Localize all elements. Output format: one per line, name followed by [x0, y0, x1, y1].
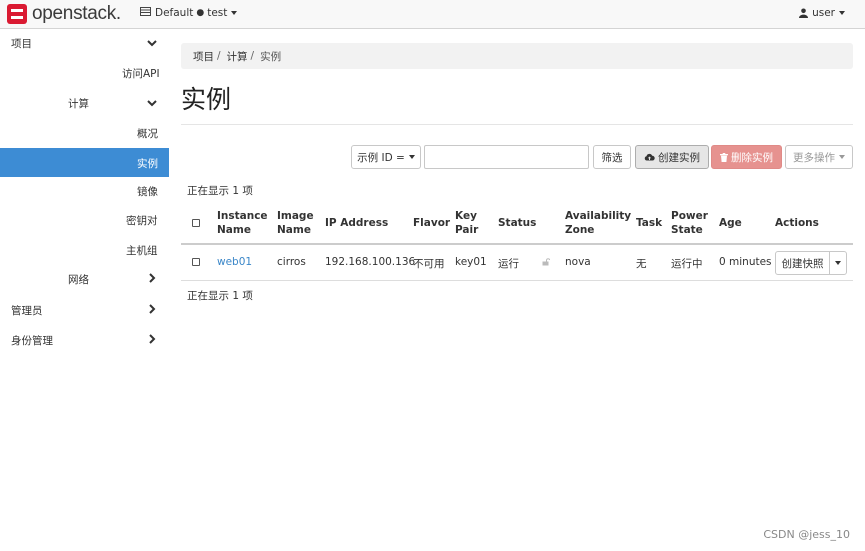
cell-flavor: 不可用 — [413, 258, 445, 270]
brand-name: openstack. — [32, 3, 121, 24]
unlock-icon — [542, 258, 550, 266]
filter-field-dropdown[interactable]: 示例 ID = — [351, 145, 421, 169]
column-header-key-pair[interactable]: Key Pair — [455, 209, 478, 237]
column-header-line: Key — [455, 210, 477, 222]
column-header-flavor[interactable]: Flavor — [413, 216, 450, 230]
sidebar-item-project[interactable]: 项目 — [11, 36, 32, 51]
column-header-availability-zone[interactable]: Availability Zone — [565, 209, 631, 237]
chevron-down-icon — [231, 11, 238, 15]
breadcrumb-item-compute[interactable]: 计算 — [227, 49, 248, 64]
column-header-ip-address[interactable]: IP Address — [325, 216, 388, 230]
sidebar-item-overview[interactable]: 概况 — [137, 126, 158, 141]
cell-ip-address: 192.168.100.136 — [325, 256, 416, 268]
sidebar-item-network[interactable]: 网络 — [68, 272, 89, 287]
breadcrumb-separator: / — [250, 50, 255, 62]
openstack-logo-icon — [7, 4, 27, 24]
chevron-down-icon[interactable] — [147, 40, 157, 47]
sidebar-item-server-groups[interactable]: 主机组 — [126, 243, 158, 258]
column-header-line: Availability — [565, 210, 632, 222]
chevron-right-icon[interactable] — [149, 334, 156, 344]
project-switcher[interactable]: Default ● test — [140, 7, 238, 19]
column-header-line: Power — [671, 210, 708, 222]
column-header-power-state[interactable]: Power State — [671, 209, 708, 237]
row-select-checkbox[interactable] — [192, 258, 200, 266]
column-header-task[interactable]: Task — [636, 216, 662, 230]
table-header-divider — [181, 243, 853, 245]
row-actions-dropdown[interactable] — [829, 251, 847, 275]
column-header-instance-name[interactable]: Instance Name — [217, 209, 268, 237]
filter-button[interactable]: 筛选 — [593, 145, 631, 169]
column-header-line: Image — [277, 210, 314, 222]
chevron-down-icon — [839, 11, 845, 15]
cell-key-pair: key01 — [455, 256, 487, 268]
delete-instances-button[interactable]: 删除实例 — [711, 145, 782, 169]
domain-name: Default — [155, 7, 194, 19]
top-navbar: openstack. Default ● test user — [0, 0, 865, 29]
cell-task: 无 — [636, 258, 647, 270]
column-header-line: Pair — [455, 224, 479, 236]
sidebar-item-images[interactable]: 镜像 — [137, 184, 158, 199]
column-header-line: Name — [217, 224, 251, 236]
cell-status: 运行 — [498, 258, 519, 270]
launch-instance-button[interactable]: 创建实例 — [635, 145, 709, 169]
column-header-status[interactable]: Status — [498, 216, 536, 230]
sidebar-item-admin[interactable]: 管理员 — [11, 303, 43, 318]
cell-age: 0 minutes — [719, 256, 772, 268]
user-name: user — [812, 7, 835, 19]
cell-power-state: 运行中 — [671, 258, 703, 270]
column-header-image-name[interactable]: Image Name — [277, 209, 314, 237]
column-header-line: Zone — [565, 224, 595, 236]
project-name: test — [207, 7, 228, 19]
chevron-down-icon — [835, 261, 841, 265]
sidebar-item-compute[interactable]: 计算 — [68, 96, 89, 111]
filter-field-label: 示例 ID = — [357, 151, 405, 164]
cell-availability-zone: nova — [565, 256, 591, 268]
create-snapshot-label: 创建快照 — [781, 257, 824, 270]
user-icon — [799, 8, 809, 18]
cloud-upload-icon — [644, 153, 655, 161]
more-actions-button[interactable]: 更多操作 — [785, 145, 853, 169]
column-header-line: State — [671, 224, 703, 236]
breadcrumb-item-project[interactable]: 项目 — [193, 49, 214, 64]
select-all-checkbox[interactable] — [192, 219, 200, 227]
instance-name-link[interactable]: web01 — [217, 256, 252, 268]
column-header-actions: Actions — [775, 217, 819, 229]
table-row-divider — [181, 280, 853, 281]
item-count-bottom: 正在显示 1 项 — [187, 290, 253, 302]
sidebar-item-keypairs[interactable]: 密钥对 — [126, 213, 158, 228]
chevron-right-icon[interactable] — [149, 273, 156, 283]
create-snapshot-button[interactable]: 创建快照 — [775, 251, 830, 275]
chevron-down-icon — [839, 155, 845, 159]
more-actions-label: 更多操作 — [793, 151, 835, 164]
sidebar-item-instances[interactable]: 实例 — [137, 156, 158, 171]
breadcrumb-separator: / — [217, 50, 221, 62]
column-header-line: Name — [277, 224, 311, 236]
breadcrumb-item-instances: 实例 — [260, 50, 282, 63]
item-count-top: 正在显示 1 项 — [187, 185, 253, 197]
sidebar-item-api-access[interactable]: 访问API — [122, 66, 160, 81]
trash-icon — [720, 152, 728, 162]
project-switcher-icon — [140, 7, 151, 19]
column-header-line: Instance — [217, 210, 268, 222]
openstack-logo[interactable]: openstack. — [7, 3, 121, 24]
filter-button-label: 筛选 — [601, 151, 623, 164]
page-title: 实例 — [181, 85, 232, 114]
sidebar-item-identity[interactable]: 身份管理 — [11, 333, 53, 348]
filter-input[interactable] — [424, 145, 589, 169]
chevron-down-icon[interactable] — [147, 100, 157, 107]
breadcrumb: 项目 / 计算 / 实例 — [181, 43, 853, 69]
title-divider — [181, 124, 853, 125]
delete-instances-label: 删除实例 — [731, 151, 773, 164]
chevron-right-icon[interactable] — [149, 304, 156, 314]
chevron-down-icon — [408, 155, 415, 159]
separator-dot-icon: ● — [196, 8, 205, 18]
watermark-text: CSDN @jess_10 — [763, 528, 850, 541]
column-header-age[interactable]: Age — [719, 216, 742, 230]
user-menu[interactable]: user — [799, 7, 845, 19]
launch-instance-label: 创建实例 — [658, 151, 700, 164]
cell-image-name: cirros — [277, 256, 306, 268]
